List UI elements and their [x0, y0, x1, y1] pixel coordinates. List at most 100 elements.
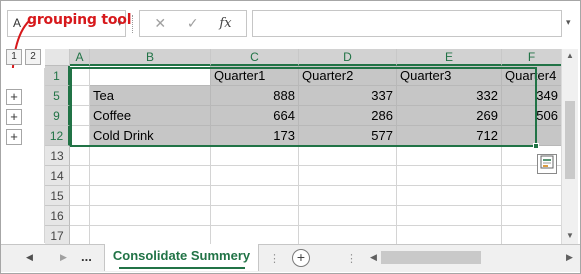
cell-c12[interactable]: 173 — [211, 126, 299, 146]
outline-level-2-button[interactable]: 2 — [25, 49, 41, 65]
cell-a12[interactable] — [70, 126, 90, 146]
select-all-corner[interactable] — [45, 49, 70, 66]
previous-sheet-icon[interactable]: ◀ — [26, 252, 33, 263]
cell-a15[interactable] — [70, 186, 90, 206]
cell-d5[interactable]: 337 — [299, 86, 397, 106]
cell-d12[interactable]: 577 — [299, 126, 397, 146]
column-header[interactable]: F — [502, 49, 562, 66]
scroll-left-icon[interactable]: ◀ — [370, 252, 377, 263]
cell-c16[interactable] — [211, 206, 299, 226]
cell-f1[interactable]: Quarter4 — [502, 66, 562, 86]
cell-b5[interactable]: Tea — [90, 86, 211, 106]
name-box-value: A — [13, 16, 22, 30]
column-header[interactable]: A — [70, 49, 90, 66]
cell-e14[interactable] — [397, 166, 502, 186]
active-tab-underline — [119, 267, 245, 269]
cell-c17[interactable] — [211, 226, 299, 246]
cell-d13[interactable] — [299, 146, 397, 166]
sheet-tab-label: Consolidate Summery — [112, 248, 251, 263]
cell-b12[interactable]: Cold Drink — [90, 126, 211, 146]
cell-d16[interactable] — [299, 206, 397, 226]
cancel-icon[interactable]: ✕ — [154, 15, 166, 32]
cell-a13[interactable] — [70, 146, 90, 166]
cell-c15[interactable] — [211, 186, 299, 206]
cell-a1[interactable] — [70, 66, 90, 86]
cell-e12[interactable]: 712 — [397, 126, 502, 146]
cell-b15[interactable] — [90, 186, 211, 206]
cell-a9[interactable] — [70, 106, 90, 126]
cell-f9[interactable]: 506 — [502, 106, 562, 126]
expand-group-button[interactable]: + — [6, 89, 22, 105]
cell-b16[interactable] — [90, 206, 211, 226]
annotation-label: grouping tool — [27, 12, 132, 28]
column-header[interactable]: E — [397, 49, 502, 66]
row-header[interactable]: 1 — [45, 66, 70, 86]
cell-f12[interactable] — [502, 126, 562, 146]
cell-a14[interactable] — [70, 166, 90, 186]
formula-input[interactable] — [252, 10, 562, 37]
cell-e5[interactable]: 332 — [397, 86, 502, 106]
horizontal-scroll-thumb[interactable] — [381, 251, 481, 264]
row-header[interactable]: 15 — [45, 186, 70, 206]
cell-b9[interactable]: Coffee — [90, 106, 211, 126]
insert-function-icon[interactable]: fx — [219, 16, 231, 31]
vertical-scroll-thumb[interactable] — [565, 101, 575, 179]
quick-analysis-icon[interactable] — [537, 154, 557, 174]
expand-formula-bar-icon[interactable]: ▾ — [566, 17, 571, 28]
cell-e16[interactable] — [397, 206, 502, 226]
sheet-tab-consolidate-summery[interactable]: Consolidate Summery — [104, 244, 259, 271]
scroll-right-icon[interactable]: ▶ — [566, 252, 573, 263]
excel-window: A ▾ ✕ ✓ fx ▾ grouping tool 1 2 + + + A B… — [0, 0, 581, 274]
cell-a16[interactable] — [70, 206, 90, 226]
row-header[interactable]: 12 — [45, 126, 70, 146]
column-header[interactable]: D — [299, 49, 397, 66]
fill-handle[interactable] — [533, 143, 539, 149]
cell-f5[interactable]: 349 — [502, 86, 562, 106]
expand-group-button[interactable]: + — [6, 129, 22, 145]
cell-d15[interactable] — [299, 186, 397, 206]
scroll-down-icon[interactable]: ▼ — [566, 231, 574, 240]
cell-e1[interactable]: Quarter3 — [397, 66, 502, 86]
cell-c14[interactable] — [211, 166, 299, 186]
row-header[interactable]: 16 — [45, 206, 70, 226]
cell-d14[interactable] — [299, 166, 397, 186]
cell-e17[interactable] — [397, 226, 502, 246]
cell-c5[interactable]: 888 — [211, 86, 299, 106]
cell-b13[interactable] — [90, 146, 211, 166]
enter-icon[interactable]: ✓ — [187, 15, 199, 32]
cell-a17[interactable] — [70, 226, 90, 246]
row-header[interactable]: 17 — [45, 226, 70, 246]
cell-d1[interactable]: Quarter2 — [299, 66, 397, 86]
column-header[interactable]: B — [90, 49, 211, 66]
column-header[interactable]: C — [211, 49, 299, 66]
cell-e9[interactable]: 269 — [397, 106, 502, 126]
cell-f17[interactable] — [502, 226, 562, 246]
cell-d9[interactable]: 286 — [299, 106, 397, 126]
cell-c1[interactable]: Quarter1 — [211, 66, 299, 86]
tab-separator: ⋮ — [269, 253, 280, 265]
next-sheet-icon[interactable]: ▶ — [60, 252, 67, 263]
tab-scroll-separator[interactable]: ⋮ — [346, 252, 357, 265]
sheet-tab-bar: ◀ ▶ ... Consolidate Summery ⋮ + ⋮ ◀ ▶ — [1, 244, 580, 272]
cell-e13[interactable] — [397, 146, 502, 166]
expand-group-button[interactable]: + — [6, 109, 22, 125]
row-header[interactable]: 5 — [45, 86, 70, 106]
outline-level-1-button[interactable]: 1 — [6, 49, 22, 65]
cell-c13[interactable] — [211, 146, 299, 166]
cell-e15[interactable] — [397, 186, 502, 206]
cell-f16[interactable] — [502, 206, 562, 226]
cell-b17[interactable] — [90, 226, 211, 246]
cell-b14[interactable] — [90, 166, 211, 186]
add-sheet-button[interactable]: + — [292, 249, 310, 267]
more-sheets-button[interactable]: ... — [81, 249, 92, 264]
row-header[interactable]: 9 — [45, 106, 70, 126]
row-header[interactable]: 14 — [45, 166, 70, 186]
cell-d17[interactable] — [299, 226, 397, 246]
row-header[interactable]: 13 — [45, 146, 70, 166]
cell-b1[interactable] — [90, 66, 211, 86]
vertical-scrollbar[interactable]: ▲ ▼ — [561, 49, 578, 244]
cell-f15[interactable] — [502, 186, 562, 206]
cell-a5[interactable] — [70, 86, 90, 106]
cell-c9[interactable]: 664 — [211, 106, 299, 126]
scroll-up-icon[interactable]: ▲ — [566, 51, 574, 60]
